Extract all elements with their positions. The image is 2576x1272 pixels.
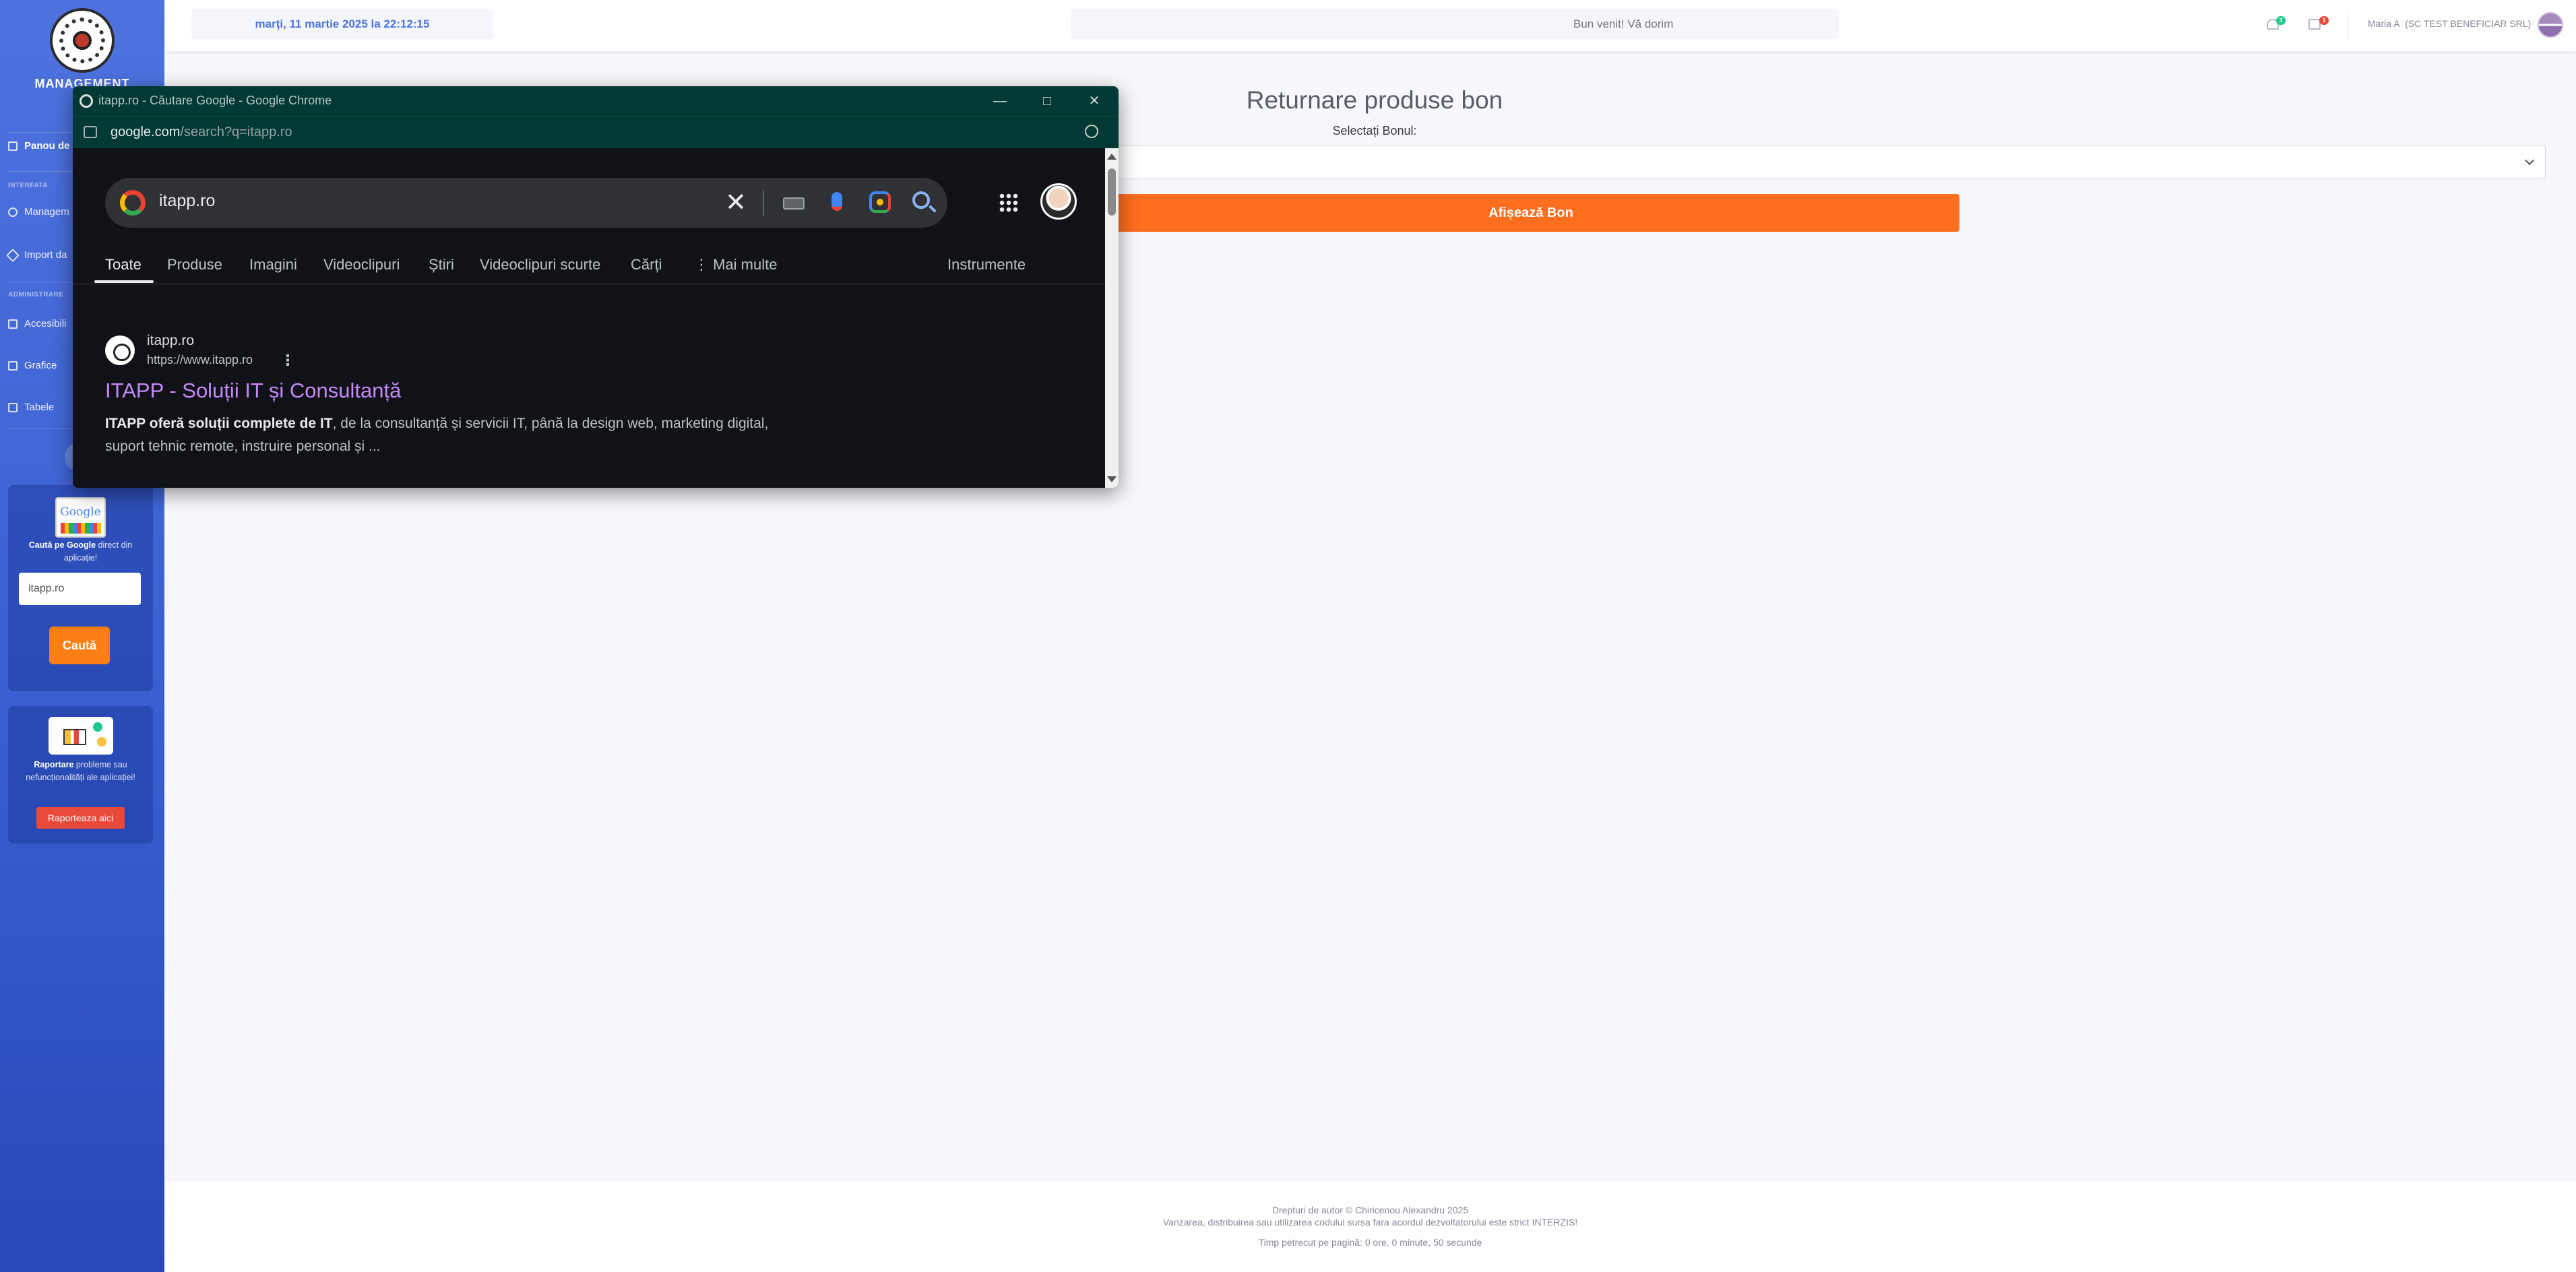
zoom-icon[interactable] (1085, 125, 1098, 138)
result-url[interactable]: https://www.itapp.ro (147, 353, 253, 367)
sidebar-item-accesibilitate[interactable]: Accesibili (8, 318, 67, 329)
report-card: Raportare probleme sau nefuncționalități… (8, 706, 153, 844)
user-menu[interactable]: Maria A (SC TEST BENEFICIAR SRL) (2368, 18, 2531, 29)
search-icon[interactable] (912, 191, 930, 209)
sidebar-item-label: Accesibili (24, 318, 67, 329)
scroll-up-icon[interactable] (1107, 154, 1117, 160)
chrome-window: itapp.ro - Căutare Google - Google Chrom… (73, 86, 1119, 488)
date-display: marți, 11 martie 2025 la 22:12:15 (191, 9, 493, 39)
show-bon-button[interactable]: Afișează Bon (1102, 194, 1959, 232)
footer: Drepturi de autor © Chiricenou Alexandru… (164, 1182, 2576, 1272)
google-card-text: Caută pe Google direct din aplicație! (28, 540, 133, 563)
dashboard-icon (8, 141, 18, 151)
globe-icon (105, 336, 135, 365)
google-search-button[interactable]: Caută (49, 627, 110, 664)
active-tab-indicator (94, 280, 154, 283)
tab-toate[interactable]: Toate (105, 256, 142, 274)
sidebar-item-import[interactable]: Import da (6, 248, 67, 262)
chrome-titlebar[interactable]: itapp.ro - Căutare Google - Google Chrom… (73, 86, 1119, 116)
result-site-name[interactable]: itapp.ro (147, 333, 194, 349)
report-illustration (49, 717, 113, 755)
clear-icon[interactable]: ✕ (725, 187, 747, 218)
chevron-down-icon (2524, 155, 2535, 166)
close-button[interactable]: ✕ (1071, 86, 1117, 116)
sidebar-item-dashboard[interactable]: Panou de (8, 140, 70, 152)
more-vert-icon[interactable]: ⋮ (280, 352, 295, 369)
gear-icon (8, 207, 18, 217)
license-text: Vanzarea, distribuirea sau utilizarea co… (1162, 1217, 1578, 1228)
google-search-box[interactable]: itapp.ro ✕ (105, 178, 947, 228)
search-divider (763, 190, 764, 216)
copyright-text: Drepturi de autor © Chiricenou Alexandru… (1271, 1205, 1469, 1215)
tab-videoclipuri-scurte[interactable]: Videoclipuri scurte (480, 256, 600, 274)
microphone-icon[interactable] (831, 192, 842, 211)
window-title: itapp.ro - Căutare Google - Google Chrom… (98, 94, 332, 107)
tab-videoclipuri[interactable]: Videoclipuri (323, 256, 400, 274)
google-lens-icon[interactable] (869, 191, 891, 213)
page-title: Returnare produse bon (1246, 86, 1503, 114)
users-badge: 3 (2276, 16, 2286, 25)
sidebar-item-grafice[interactable]: Grafice (8, 360, 57, 371)
result-snippet: ITAPP oferă soluții complete de IT, de l… (105, 416, 769, 454)
time-on-page: Timp petrecut pe pagină: 0 ore, 0 minute… (1258, 1237, 1482, 1248)
bon-select[interactable] (1102, 146, 2546, 179)
sidebar-heading-interfata: INTERFATA (8, 182, 49, 189)
welcome-text: Bun venit! Vă dorim (1573, 18, 1674, 30)
address-bar[interactable]: google.com/search?q=itapp.ro (73, 116, 1119, 148)
avatar[interactable] (2538, 12, 2563, 38)
topbar: marți, 11 martie 2025 la 22:12:15 Bun ve… (164, 0, 2576, 51)
google-logo: Google (55, 497, 106, 538)
tools-button[interactable]: Instrumente (947, 256, 1026, 274)
minimize-button[interactable]: — (977, 86, 1023, 116)
sidebar-heading-administrare: ADMINISTRARE (8, 291, 64, 298)
select-bon-label: Selectați Bonul: (1332, 124, 1417, 137)
chart-icon (8, 360, 18, 371)
messages-badge: 1 (2319, 16, 2329, 25)
tab-mai-multe[interactable]: ⋮ Mai multe (694, 256, 777, 274)
sidebar-item-label: Import da (24, 249, 67, 261)
google-search-input[interactable] (19, 573, 141, 605)
wrench-icon (6, 248, 20, 262)
sidebar-item-label: Grafice (24, 360, 57, 371)
search-tabs: Toate Produse Imagini Videoclipuri Știri… (73, 249, 1105, 284)
tab-carti[interactable]: Cărți (631, 256, 662, 274)
brand-logo[interactable] (50, 8, 115, 73)
tab-imagini[interactable]: Imagini (249, 256, 297, 274)
site-info-icon[interactable] (84, 126, 97, 138)
google-results-page: itapp.ro ✕ Toate Produse Imagini Videocl… (73, 148, 1105, 488)
apps-grid-icon[interactable] (999, 193, 1019, 213)
sidebar-item-tabele[interactable]: Tabele (8, 402, 54, 413)
sidebar-item-label: Managem (24, 206, 69, 218)
result-title-link[interactable]: ITAPP - Soluții IT și Consultanță (105, 379, 401, 403)
sidebar-item-management[interactable]: Managem (8, 206, 69, 218)
sidebar-item-label: Panou de (24, 140, 70, 152)
google-g-icon (120, 190, 146, 216)
folder-icon (8, 319, 18, 329)
report-button[interactable]: Raporteaza aici (36, 807, 125, 829)
maximize-button[interactable]: □ (1024, 86, 1070, 116)
keyboard-icon[interactable] (783, 197, 805, 210)
google-search-card: Google Caută pe Google direct din aplica… (8, 485, 153, 691)
welcome-marquee: Bun venit! Vă dorim (1071, 9, 1839, 39)
search-query[interactable]: itapp.ro (159, 191, 215, 211)
sidebar-item-label: Tabele (24, 402, 55, 413)
chrome-icon (80, 94, 93, 108)
account-avatar[interactable] (1040, 183, 1077, 220)
url-text[interactable]: google.com/search?q=itapp.ro (111, 125, 292, 140)
report-card-text: Raportare probleme sau nefuncționalități… (26, 760, 135, 782)
table-icon (8, 402, 18, 412)
tab-stiri[interactable]: Știri (429, 256, 454, 274)
scroll-thumb[interactable] (1108, 168, 1116, 216)
tab-produse[interactable]: Produse (167, 256, 222, 274)
page-scrollbar[interactable] (1105, 148, 1119, 488)
scroll-down-icon[interactable] (1107, 476, 1117, 482)
